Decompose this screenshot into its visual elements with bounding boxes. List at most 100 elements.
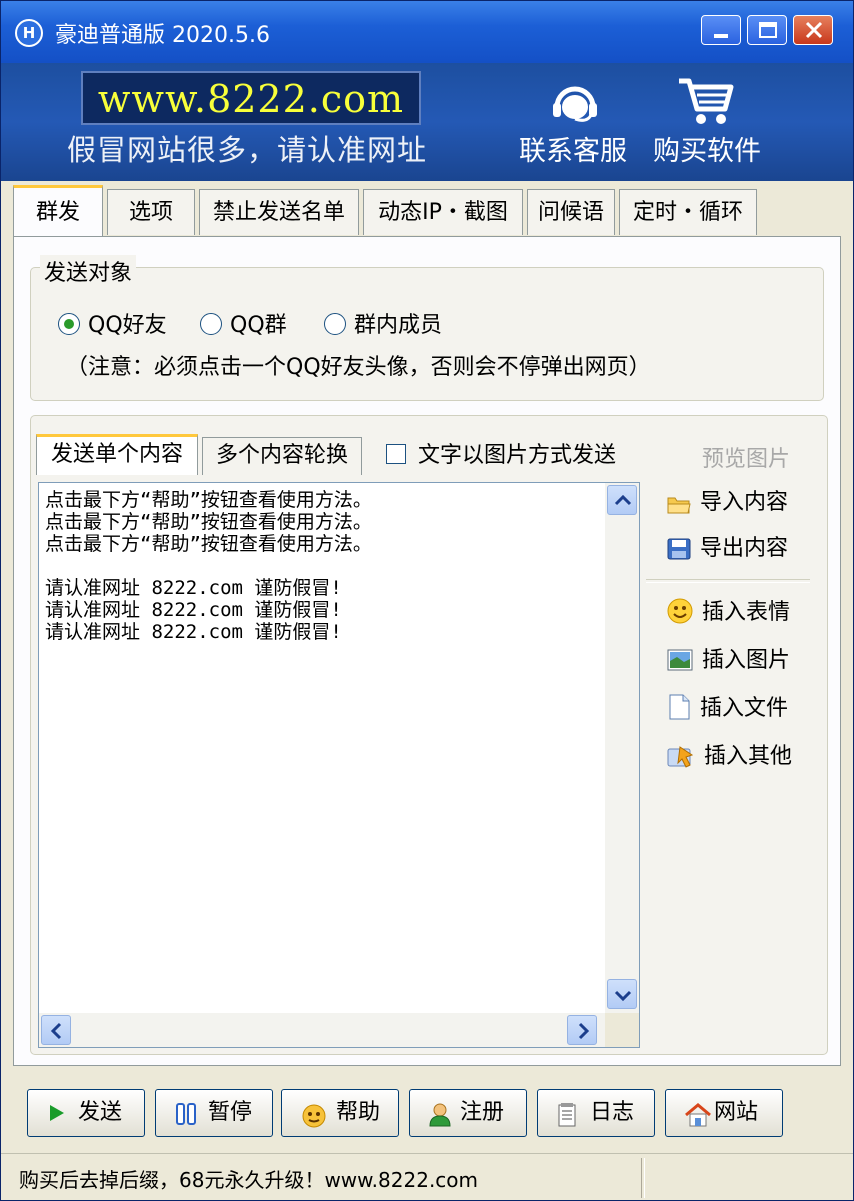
- radio-icon: [324, 313, 346, 335]
- insert-image-button[interactable]: 插入图片: [666, 645, 790, 677]
- image-mode-checkbox[interactable]: 文字以图片方式发送: [386, 437, 616, 469]
- vertical-scrollbar[interactable]: [605, 483, 639, 1013]
- message-text[interactable]: 点击最下方“帮助”按钮查看使用方法。 点击最下方“帮助”按钮查看使用方法。 点击最下…: [45, 489, 372, 643]
- other-icon: [667, 746, 694, 768]
- tab-greeting[interactable]: 问候语: [527, 189, 615, 235]
- cart-icon[interactable]: [675, 73, 735, 127]
- import-content-button[interactable]: 导入内容: [666, 487, 788, 519]
- register-label: 注册: [460, 1100, 505, 1125]
- tab-dynamic-ip[interactable]: 动态IP・截图: [363, 189, 523, 235]
- emoji-label: 插入表情: [702, 600, 791, 625]
- title-bar[interactable]: H 豪迪普通版 2020.5.6: [1, 1, 853, 63]
- scroll-corner: [605, 1013, 639, 1047]
- buy-software-label[interactable]: 购买软件: [653, 129, 761, 168]
- checkbox-label: 文字以图片方式发送: [418, 443, 617, 468]
- window-title: 豪迪普通版 2020.5.6: [55, 23, 270, 48]
- radio-label: 群内成员: [354, 313, 443, 338]
- file-icon: [669, 694, 690, 720]
- close-button[interactable]: [793, 15, 833, 45]
- send-label: 发送: [78, 1100, 123, 1125]
- image-icon: [667, 649, 693, 671]
- banner: www.8222.com 假冒网站很多，请认准网址 联系客服 购买软件: [1, 63, 853, 181]
- insert-file-button[interactable]: 插入文件: [666, 693, 788, 725]
- close-icon: [805, 21, 823, 39]
- insert-emoji-button[interactable]: 插入表情: [666, 597, 790, 629]
- smiley-icon: [667, 598, 693, 624]
- side-separator: [646, 579, 810, 583]
- tab-mass-send[interactable]: 群发: [13, 185, 103, 237]
- send-target-title: 发送对象: [40, 255, 137, 287]
- home-icon: [685, 1103, 711, 1127]
- pause-label: 暂停: [208, 1100, 253, 1125]
- import-label: 导入内容: [700, 490, 789, 515]
- tab-options[interactable]: 选项: [107, 189, 195, 235]
- scroll-left-button[interactable]: [41, 1015, 71, 1045]
- message-editor[interactable]: 点击最下方“帮助”按钮查看使用方法。 点击最下方“帮助”按钮查看使用方法。 点击最下…: [38, 482, 640, 1048]
- help-icon: [302, 1104, 326, 1128]
- image-label: 插入图片: [702, 648, 791, 673]
- status-text: 购买后去掉后缀，68元永久升级！www.8222.com: [19, 1168, 479, 1192]
- website-label: 网站: [714, 1100, 759, 1125]
- tab-schedule[interactable]: 定时・循环: [619, 189, 757, 235]
- subtab-single-content[interactable]: 发送单个内容: [36, 434, 198, 475]
- tab-blocklist[interactable]: 禁止发送名单: [199, 189, 359, 235]
- radio-selected-icon: [58, 313, 80, 335]
- log-button[interactable]: 日志: [537, 1089, 655, 1137]
- log-label: 日志: [590, 1100, 635, 1125]
- help-label: 帮助: [336, 1100, 381, 1125]
- minimize-button[interactable]: [701, 15, 741, 45]
- export-content-button[interactable]: 导出内容: [666, 533, 788, 565]
- maximize-icon: [759, 22, 777, 38]
- help-button[interactable]: 帮助: [281, 1089, 399, 1137]
- chevron-left-icon: [50, 1022, 62, 1040]
- chevron-up-icon: [614, 494, 632, 506]
- banner-slogan: 假冒网站很多，请认准网址: [67, 133, 428, 167]
- subtab-multi-content[interactable]: 多个内容轮换: [202, 437, 362, 475]
- other-label: 插入其他: [704, 744, 793, 769]
- file-label: 插入文件: [700, 696, 789, 721]
- message-line: 点击最下方“帮助”按钮查看使用方法。: [45, 511, 372, 533]
- status-bar: 购买后去掉后缀，68元永久升级！www.8222.com: [1, 1153, 853, 1200]
- scroll-down-button[interactable]: [607, 979, 637, 1009]
- radio-icon: [200, 313, 222, 335]
- pause-button[interactable]: 暂停: [155, 1089, 273, 1137]
- folder-icon: [667, 497, 691, 514]
- main-window: H 豪迪普通版 2020.5.6 www.8222.com 假冒网站很多，请认准…: [0, 0, 854, 1201]
- message-line: 请认准网址 8222.com 谨防假冒!: [45, 599, 342, 621]
- message-line: 点击最下方“帮助”按钮查看使用方法。: [45, 489, 372, 511]
- radio-qq-friends[interactable]: QQ好友: [58, 307, 167, 339]
- message-line: 点击最下方“帮助”按钮查看使用方法。: [45, 533, 372, 555]
- url-box[interactable]: www.8222.com: [81, 71, 421, 125]
- radio-qq-group[interactable]: QQ群: [200, 307, 287, 339]
- contact-service-label[interactable]: 联系客服: [519, 129, 627, 168]
- maximize-button[interactable]: [747, 15, 787, 45]
- radio-label: QQ群: [230, 313, 287, 338]
- checkbox-icon: [386, 444, 406, 464]
- insert-other-button[interactable]: 插入其他: [666, 741, 792, 773]
- send-button[interactable]: 发送: [27, 1089, 145, 1137]
- notepad-icon: [558, 1103, 576, 1127]
- chevron-right-icon: [578, 1022, 590, 1040]
- horizontal-scrollbar[interactable]: [39, 1013, 605, 1047]
- save-icon: [667, 538, 691, 560]
- headset-icon[interactable]: [547, 77, 603, 127]
- status-separator: [641, 1158, 645, 1198]
- tab-panel: 发送对象 QQ好友 QQ群 群内成员 （注意：必须点击一个QQ好友头像，否则会不…: [13, 236, 841, 1066]
- scroll-up-button[interactable]: [607, 485, 637, 515]
- message-line: 请认准网址 8222.com 谨防假冒!: [45, 621, 342, 643]
- message-line: [45, 555, 372, 577]
- website-button[interactable]: 网站: [665, 1089, 783, 1137]
- send-target-note: （注意：必须点击一个QQ好友头像，否则会不停弹出网页）: [66, 355, 651, 380]
- user-icon: [429, 1103, 451, 1127]
- register-button[interactable]: 注册: [409, 1089, 527, 1137]
- app-icon: H: [15, 19, 43, 47]
- export-label: 导出内容: [700, 536, 789, 561]
- banner-url: www.8222.com: [97, 77, 405, 121]
- scroll-right-button[interactable]: [567, 1015, 597, 1045]
- chevron-down-icon: [614, 990, 632, 1002]
- message-line: 请认准网址 8222.com 谨防假冒!: [45, 577, 342, 599]
- preview-image-button[interactable]: 预览图片: [702, 441, 790, 473]
- radio-group-members[interactable]: 群内成员: [324, 307, 442, 339]
- pause-icon: [176, 1103, 196, 1125]
- play-icon: [50, 1105, 64, 1121]
